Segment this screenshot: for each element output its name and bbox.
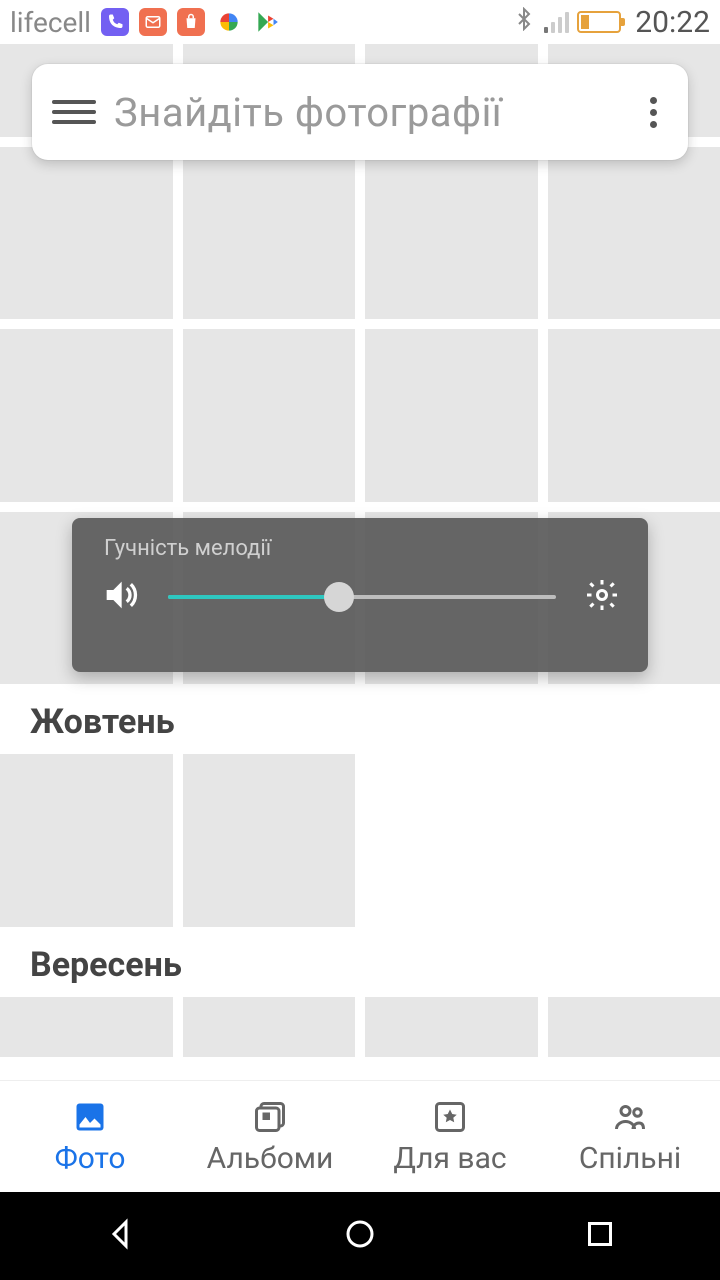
photo-grid-october [0,754,720,927]
section-header-september: Вересень [0,927,720,997]
photo-thumb[interactable] [183,754,356,927]
volume-knob[interactable] [324,582,354,612]
mail-icon [139,8,167,36]
android-navbar [0,1192,720,1280]
shopping-icon [177,8,205,36]
tab-photos[interactable]: Фото [0,1081,180,1192]
photo-thumb[interactable] [365,329,538,502]
google-photos-icon [215,8,243,36]
recents-button[interactable] [582,1216,618,1256]
photo-thumb[interactable] [365,997,538,1057]
photo-thumb[interactable] [0,754,173,927]
search-placeholder[interactable]: Знайдіть фотографії [96,89,638,136]
signal-icon [544,11,569,33]
status-bar: lifecell 20:22 [0,0,720,44]
gear-icon[interactable] [584,577,620,617]
albums-tab-icon [250,1097,290,1137]
tab-label: Для вас [393,1141,506,1176]
photo-thumb[interactable] [0,329,173,502]
search-bar[interactable]: Знайдіть фотографії [32,64,688,160]
photos-tab-icon [70,1097,110,1137]
tab-albums[interactable]: Альбоми [180,1081,360,1192]
tab-foryou[interactable]: Для вас [360,1081,540,1192]
tab-shared[interactable]: Спільні [540,1081,720,1192]
photo-thumb[interactable] [0,997,173,1057]
shared-tab-icon [610,1097,650,1137]
google-play-icon [253,8,281,36]
more-icon[interactable] [638,97,668,128]
tab-label: Спільні [579,1141,681,1176]
photo-grid-september [0,997,720,1057]
battery-icon [577,11,621,33]
back-button[interactable] [102,1216,138,1256]
bottom-tabs: Фото Альбоми Для вас Спільні [0,1080,720,1192]
photo-thumb[interactable] [183,147,356,320]
status-right: 20:22 [512,5,710,40]
tab-label: Фото [55,1141,126,1176]
bluetooth-icon [512,7,536,38]
volume-slider[interactable] [168,595,556,599]
photo-thumb[interactable] [365,147,538,320]
photo-thumb[interactable] [183,997,356,1057]
photo-thumb[interactable] [183,329,356,502]
photos-content[interactable]: Жовтень Вересень Знайдіть фотографії Гуч… [0,44,720,1192]
foryou-tab-icon [430,1097,470,1137]
volume-panel: Гучність мелодії [72,518,648,672]
section-header-october: Жовтень [0,684,720,754]
photo-thumb[interactable] [0,147,173,320]
volume-label: Гучність мелодії [104,536,620,561]
clock-label: 20:22 [635,5,710,40]
status-left: lifecell [10,6,281,39]
volume-fill [168,595,339,599]
viber-icon [101,8,129,36]
photo-thumb[interactable] [548,997,720,1057]
menu-icon[interactable] [52,100,96,124]
home-button[interactable] [342,1216,378,1256]
carrier-label: lifecell [10,6,91,39]
photo-thumb[interactable] [548,329,720,502]
speaker-icon [100,575,140,619]
tab-label: Альбоми [207,1141,334,1176]
photo-thumb[interactable] [548,147,720,320]
